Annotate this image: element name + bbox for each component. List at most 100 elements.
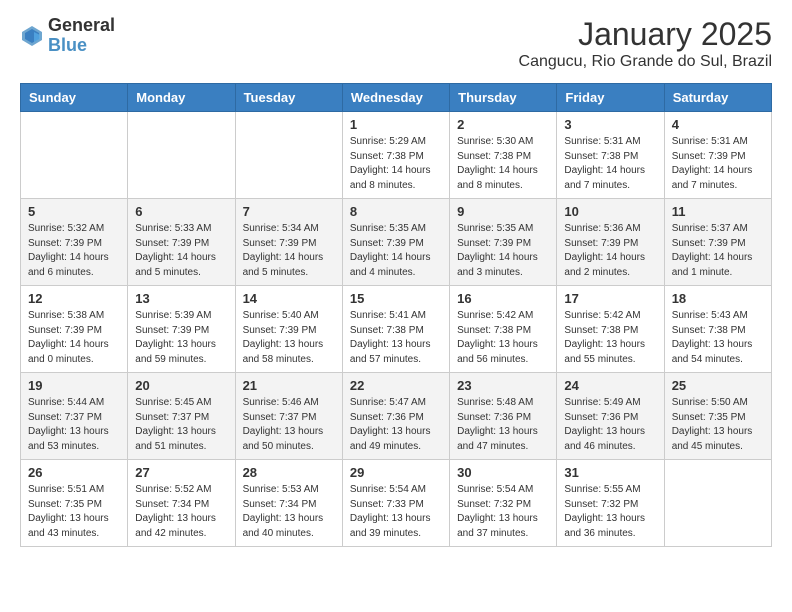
calendar-cell: 4 Sunrise: 5:31 AM Sunset: 7:39 PM Daylig… bbox=[664, 112, 771, 199]
col-monday: Monday bbox=[128, 84, 235, 112]
day-number: 17 bbox=[564, 291, 656, 306]
calendar-table: Sunday Monday Tuesday Wednesday Thursday… bbox=[20, 83, 772, 547]
day-info: Sunrise: 5:38 AM Sunset: 7:39 PM Dayligh… bbox=[28, 309, 120, 367]
day-number: 28 bbox=[243, 465, 335, 480]
day-info: Sunrise: 5:54 AM Sunset: 7:32 PM Dayligh… bbox=[457, 483, 549, 541]
day-number: 3 bbox=[564, 117, 656, 132]
day-number: 9 bbox=[457, 204, 549, 219]
day-info: Sunrise: 5:42 AM Sunset: 7:38 PM Dayligh… bbox=[564, 309, 656, 367]
calendar-cell bbox=[128, 112, 235, 199]
day-info: Sunrise: 5:29 AM Sunset: 7:38 PM Dayligh… bbox=[350, 135, 442, 193]
calendar-week-5: 26 Sunrise: 5:51 AM Sunset: 7:35 PM Dayli… bbox=[21, 460, 772, 547]
calendar-cell: 26 Sunrise: 5:51 AM Sunset: 7:35 PM Dayli… bbox=[21, 460, 128, 547]
month-title: January 2025 bbox=[519, 16, 772, 53]
day-number: 4 bbox=[672, 117, 764, 132]
col-saturday: Saturday bbox=[664, 84, 771, 112]
day-info: Sunrise: 5:31 AM Sunset: 7:38 PM Dayligh… bbox=[564, 135, 656, 193]
day-number: 5 bbox=[28, 204, 120, 219]
calendar-cell: 11 Sunrise: 5:37 AM Sunset: 7:39 PM Dayli… bbox=[664, 199, 771, 286]
calendar-cell: 9 Sunrise: 5:35 AM Sunset: 7:39 PM Daylig… bbox=[450, 199, 557, 286]
day-number: 31 bbox=[564, 465, 656, 480]
day-info: Sunrise: 5:51 AM Sunset: 7:35 PM Dayligh… bbox=[28, 483, 120, 541]
day-number: 14 bbox=[243, 291, 335, 306]
day-info: Sunrise: 5:42 AM Sunset: 7:38 PM Dayligh… bbox=[457, 309, 549, 367]
day-number: 15 bbox=[350, 291, 442, 306]
day-number: 29 bbox=[350, 465, 442, 480]
calendar-cell: 1 Sunrise: 5:29 AM Sunset: 7:38 PM Daylig… bbox=[342, 112, 449, 199]
day-number: 25 bbox=[672, 378, 764, 393]
day-info: Sunrise: 5:53 AM Sunset: 7:34 PM Dayligh… bbox=[243, 483, 335, 541]
day-number: 24 bbox=[564, 378, 656, 393]
day-info: Sunrise: 5:47 AM Sunset: 7:36 PM Dayligh… bbox=[350, 396, 442, 454]
day-info: Sunrise: 5:33 AM Sunset: 7:39 PM Dayligh… bbox=[135, 222, 227, 280]
calendar-cell: 22 Sunrise: 5:47 AM Sunset: 7:36 PM Dayli… bbox=[342, 373, 449, 460]
calendar-cell: 10 Sunrise: 5:36 AM Sunset: 7:39 PM Dayli… bbox=[557, 199, 664, 286]
day-info: Sunrise: 5:45 AM Sunset: 7:37 PM Dayligh… bbox=[135, 396, 227, 454]
calendar-cell: 14 Sunrise: 5:40 AM Sunset: 7:39 PM Dayli… bbox=[235, 286, 342, 373]
day-info: Sunrise: 5:30 AM Sunset: 7:38 PM Dayligh… bbox=[457, 135, 549, 193]
col-friday: Friday bbox=[557, 84, 664, 112]
calendar-cell: 31Sunrise: 5:55 AM Sunset: 7:32 PM Dayli… bbox=[557, 460, 664, 547]
location-title: Cangucu, Rio Grande do Sul, Brazil bbox=[519, 53, 772, 71]
calendar-cell: 28 Sunrise: 5:53 AM Sunset: 7:34 PM Dayli… bbox=[235, 460, 342, 547]
calendar-cell: 16Sunrise: 5:42 AM Sunset: 7:38 PM Dayli… bbox=[450, 286, 557, 373]
logo-general: General bbox=[48, 16, 115, 36]
calendar-cell: 24 Sunrise: 5:49 AM Sunset: 7:36 PM Dayli… bbox=[557, 373, 664, 460]
day-info: Sunrise: 5:48 AM Sunset: 7:36 PM Dayligh… bbox=[457, 396, 549, 454]
day-info: Sunrise: 5:36 AM Sunset: 7:39 PM Dayligh… bbox=[564, 222, 656, 280]
day-info: Sunrise: 5:31 AM Sunset: 7:39 PM Dayligh… bbox=[672, 135, 764, 193]
calendar-cell: 30 Sunrise: 5:54 AM Sunset: 7:32 PM Dayli… bbox=[450, 460, 557, 547]
day-info: Sunrise: 5:46 AM Sunset: 7:37 PM Dayligh… bbox=[243, 396, 335, 454]
day-info: Sunrise: 5:49 AM Sunset: 7:36 PM Dayligh… bbox=[564, 396, 656, 454]
day-number: 6 bbox=[135, 204, 227, 219]
day-number: 22 bbox=[350, 378, 442, 393]
calendar-cell: 3 Sunrise: 5:31 AM Sunset: 7:38 PM Daylig… bbox=[557, 112, 664, 199]
calendar-cell: 7 Sunrise: 5:34 AM Sunset: 7:39 PM Daylig… bbox=[235, 199, 342, 286]
logo-blue: Blue bbox=[48, 36, 115, 56]
logo-text: General Blue bbox=[48, 16, 115, 56]
day-number: 1 bbox=[350, 117, 442, 132]
calendar-week-3: 12 Sunrise: 5:38 AM Sunset: 7:39 PM Dayli… bbox=[21, 286, 772, 373]
calendar-cell: 17 Sunrise: 5:42 AM Sunset: 7:38 PM Dayli… bbox=[557, 286, 664, 373]
calendar-cell: 23 Sunrise: 5:48 AM Sunset: 7:36 PM Dayli… bbox=[450, 373, 557, 460]
calendar-cell: 25 Sunrise: 5:50 AM Sunset: 7:35 PM Dayli… bbox=[664, 373, 771, 460]
calendar-cell: 20Sunrise: 5:45 AM Sunset: 7:37 PM Dayli… bbox=[128, 373, 235, 460]
logo-icon bbox=[20, 24, 44, 48]
day-number: 27 bbox=[135, 465, 227, 480]
day-number: 12 bbox=[28, 291, 120, 306]
day-info: Sunrise: 5:37 AM Sunset: 7:39 PM Dayligh… bbox=[672, 222, 764, 280]
day-number: 18 bbox=[672, 291, 764, 306]
day-info: Sunrise: 5:34 AM Sunset: 7:39 PM Dayligh… bbox=[243, 222, 335, 280]
calendar-week-1: 1 Sunrise: 5:29 AM Sunset: 7:38 PM Daylig… bbox=[21, 112, 772, 199]
calendar-header-row: Sunday Monday Tuesday Wednesday Thursday… bbox=[21, 84, 772, 112]
day-number: 23 bbox=[457, 378, 549, 393]
day-info: Sunrise: 5:32 AM Sunset: 7:39 PM Dayligh… bbox=[28, 222, 120, 280]
day-number: 11 bbox=[672, 204, 764, 219]
calendar-week-4: 19Sunrise: 5:44 AM Sunset: 7:37 PM Dayli… bbox=[21, 373, 772, 460]
day-number: 10 bbox=[564, 204, 656, 219]
calendar-cell: 29 Sunrise: 5:54 AM Sunset: 7:33 PM Dayli… bbox=[342, 460, 449, 547]
calendar-cell: 6 Sunrise: 5:33 AM Sunset: 7:39 PM Daylig… bbox=[128, 199, 235, 286]
day-info: Sunrise: 5:35 AM Sunset: 7:39 PM Dayligh… bbox=[457, 222, 549, 280]
calendar-cell bbox=[21, 112, 128, 199]
day-info: Sunrise: 5:54 AM Sunset: 7:33 PM Dayligh… bbox=[350, 483, 442, 541]
day-number: 19 bbox=[28, 378, 120, 393]
calendar-cell bbox=[235, 112, 342, 199]
calendar-cell: 27Sunrise: 5:52 AM Sunset: 7:34 PM Dayli… bbox=[128, 460, 235, 547]
day-info: Sunrise: 5:50 AM Sunset: 7:35 PM Dayligh… bbox=[672, 396, 764, 454]
calendar-cell: 12 Sunrise: 5:38 AM Sunset: 7:39 PM Dayli… bbox=[21, 286, 128, 373]
col-tuesday: Tuesday bbox=[235, 84, 342, 112]
day-info: Sunrise: 5:41 AM Sunset: 7:38 PM Dayligh… bbox=[350, 309, 442, 367]
col-wednesday: Wednesday bbox=[342, 84, 449, 112]
day-number: 30 bbox=[457, 465, 549, 480]
day-number: 8 bbox=[350, 204, 442, 219]
col-thursday: Thursday bbox=[450, 84, 557, 112]
page: General Blue January 2025 Cangucu, Rio G… bbox=[0, 0, 792, 563]
day-number: 26 bbox=[28, 465, 120, 480]
calendar-cell: 8Sunrise: 5:35 AM Sunset: 7:39 PM Daylig… bbox=[342, 199, 449, 286]
day-number: 21 bbox=[243, 378, 335, 393]
day-info: Sunrise: 5:40 AM Sunset: 7:39 PM Dayligh… bbox=[243, 309, 335, 367]
title-block: January 2025 Cangucu, Rio Grande do Sul,… bbox=[519, 16, 772, 71]
calendar-cell: 19Sunrise: 5:44 AM Sunset: 7:37 PM Dayli… bbox=[21, 373, 128, 460]
day-number: 7 bbox=[243, 204, 335, 219]
